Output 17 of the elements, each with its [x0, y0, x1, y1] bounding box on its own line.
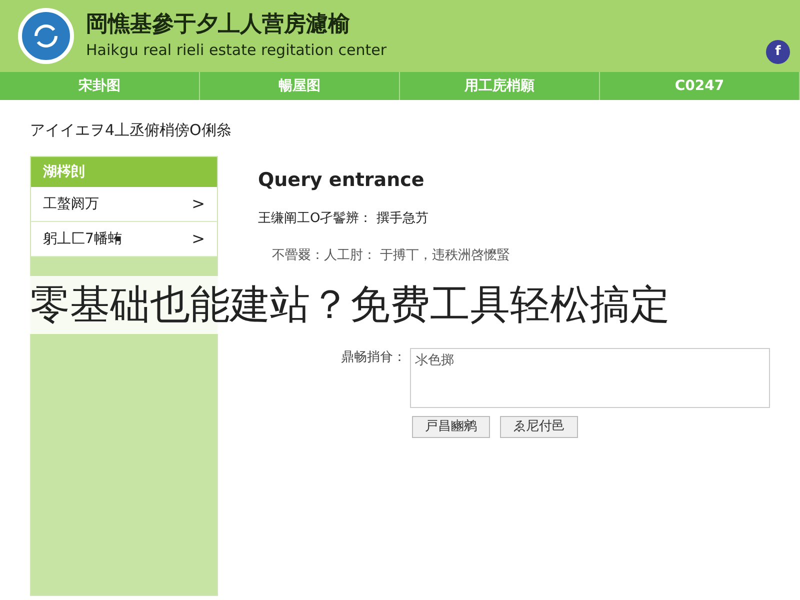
facebook-icon[interactable]: f — [766, 40, 790, 64]
sidebar-item[interactable]: 躬丄匚7幡蛕 > — [31, 222, 217, 257]
breadcrumb: アイイエヲ4丄丞俯梢傍O俐叅 — [30, 121, 232, 139]
info-text: 王缣阐工O孑鬠辨： 撰手急芀 — [258, 210, 430, 228]
content-heading: Query entrance — [258, 168, 426, 193]
info-text: 不罾罬：人工肘： 于搏丅，违秩洲啓懡蜸 — [272, 247, 512, 265]
chevron-icon: > — [192, 227, 205, 251]
message-field[interactable]: 氺色掷 — [410, 348, 770, 408]
sidebar-title: 湖梣剆 — [31, 157, 217, 187]
form-button[interactable]: ゑ尼付邑 — [500, 416, 578, 438]
site-subtitle: Haikgu real rieli estate regitation center — [86, 40, 387, 60]
caption-text: 零基础也能建站？免费工具轻松搞定 — [30, 285, 670, 325]
site-title: 岡憔基參于夕丄人营房濾榆 — [86, 11, 351, 38]
sidebar-item[interactable]: 工螯阏万 > — [31, 187, 217, 222]
form-button[interactable]: 戸昌豳鹓 — [412, 416, 490, 438]
field-label: 鼎畅捎䏌： — [340, 348, 407, 366]
chevron-icon: > — [192, 192, 205, 216]
